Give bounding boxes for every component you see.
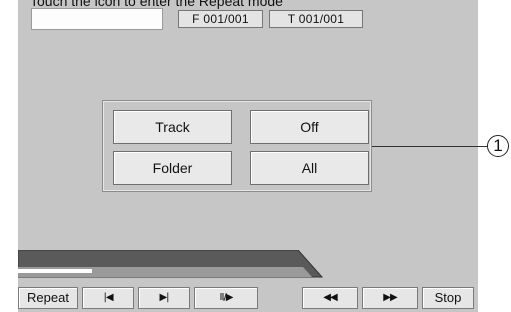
folder-counter: F 001/001	[178, 10, 263, 28]
player-screen: F 001/001 T 001/001 Track Off Folder All…	[18, 0, 478, 312]
repeat-button[interactable]: Repeat	[18, 287, 78, 309]
repeat-track-button[interactable]: Track	[113, 110, 232, 144]
stop-button[interactable]: Stop	[422, 287, 474, 309]
fast-forward-icon[interactable]: ▶▶	[362, 287, 418, 309]
track-counter: T 001/001	[269, 10, 363, 28]
callout-number: 1	[487, 135, 509, 157]
instruction-caption: Touch the icon to enter the Repeat mode	[30, 0, 283, 9]
callout-line	[372, 146, 490, 147]
repeat-mode-panel: Track Off Folder All	[102, 100, 372, 192]
repeat-folder-button[interactable]: Folder	[113, 151, 232, 185]
progress-fill[interactable]	[18, 269, 92, 273]
progress-graphic	[18, 250, 324, 278]
repeat-off-button[interactable]: Off	[250, 110, 369, 144]
rewind-icon[interactable]: ◀◀	[302, 287, 358, 309]
skip-previous-icon[interactable]: |◀	[82, 287, 134, 309]
skip-next-icon[interactable]: ▶|	[138, 287, 190, 309]
track-name-display	[31, 8, 163, 30]
playback-controls: Repeat |◀ ▶| II/▶ ◀◀ ▶▶ Stop	[18, 287, 478, 309]
progress-area	[18, 250, 478, 282]
repeat-all-button[interactable]: All	[250, 151, 369, 185]
play-pause-icon[interactable]: II/▶	[194, 287, 258, 309]
